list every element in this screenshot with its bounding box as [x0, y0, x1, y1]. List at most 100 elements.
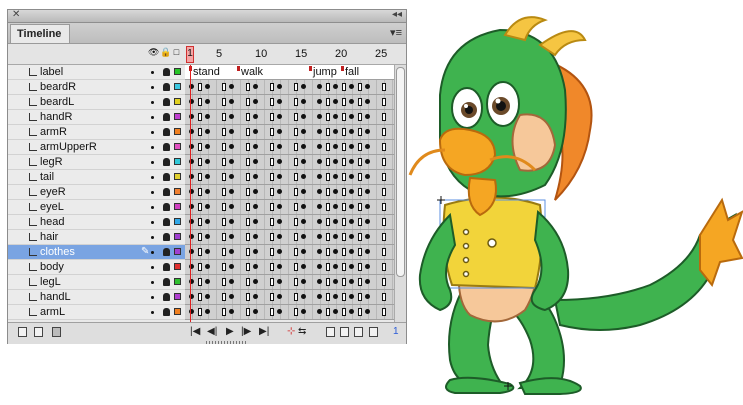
end-frame[interactable]: [198, 263, 202, 271]
keyframe[interactable]: [349, 144, 354, 149]
outline-color-swatch[interactable]: [174, 293, 181, 300]
lock-icon[interactable]: [163, 278, 170, 286]
end-frame[interactable]: [382, 98, 386, 106]
keyframe[interactable]: [205, 234, 210, 239]
end-frame[interactable]: [270, 263, 274, 271]
frame-track[interactable]: [185, 80, 394, 95]
end-frame[interactable]: [246, 188, 250, 196]
keyframe[interactable]: [253, 234, 258, 239]
end-frame[interactable]: [198, 83, 202, 91]
end-frame[interactable]: [270, 188, 274, 196]
keyframe[interactable]: [253, 99, 258, 104]
keyframe[interactable]: [333, 234, 338, 239]
end-frame[interactable]: [198, 248, 202, 256]
outline-color-swatch[interactable]: [174, 98, 181, 105]
layer-header[interactable]: armUpperR: [8, 140, 185, 155]
keyframe[interactable]: [317, 234, 322, 239]
end-frame[interactable]: [270, 158, 274, 166]
keyframe[interactable]: [365, 279, 370, 284]
keyframe[interactable]: [349, 204, 354, 209]
keyframe[interactable]: [229, 99, 234, 104]
end-frame[interactable]: [246, 98, 250, 106]
end-frame[interactable]: [382, 83, 386, 91]
keyframe[interactable]: [253, 204, 258, 209]
end-frame[interactable]: [294, 278, 298, 286]
keyframe[interactable]: [349, 159, 354, 164]
end-frame[interactable]: [198, 158, 202, 166]
visibility-dot[interactable]: [151, 221, 154, 224]
end-frame[interactable]: [382, 128, 386, 136]
close-icon[interactable]: ✕: [12, 9, 20, 20]
keyframe[interactable]: [277, 144, 282, 149]
end-frame[interactable]: [358, 128, 362, 136]
keyframe[interactable]: [349, 114, 354, 119]
frame-track[interactable]: [185, 230, 394, 245]
outline-color-swatch[interactable]: [174, 173, 181, 180]
lock-icon[interactable]: [163, 98, 170, 106]
end-frame[interactable]: [198, 128, 202, 136]
end-frame[interactable]: [222, 293, 226, 301]
outline-color-swatch[interactable]: [174, 188, 181, 195]
end-frame[interactable]: [246, 143, 250, 151]
keyframe[interactable]: [277, 189, 282, 194]
keyframe[interactable]: [349, 234, 354, 239]
layer-name[interactable]: label: [40, 66, 63, 78]
end-frame[interactable]: [358, 143, 362, 151]
layer-row[interactable]: beardL: [8, 95, 394, 110]
keyframe[interactable]: [205, 294, 210, 299]
keyframe[interactable]: [253, 264, 258, 269]
end-frame[interactable]: [382, 203, 386, 211]
layer-name[interactable]: legL: [40, 276, 61, 288]
keyframe[interactable]: [365, 159, 370, 164]
frame-track[interactable]: [185, 155, 394, 170]
outline-color-swatch[interactable]: [174, 248, 181, 255]
keyframe[interactable]: [205, 114, 210, 119]
end-frame[interactable]: [358, 113, 362, 121]
frame-label[interactable]: jump: [313, 66, 337, 78]
layer-name[interactable]: armL: [40, 306, 65, 318]
frame-track[interactable]: [185, 245, 394, 260]
end-frame[interactable]: [246, 83, 250, 91]
end-frame[interactable]: [222, 203, 226, 211]
delete-icon[interactable]: [52, 327, 61, 337]
scrollbar-thumb[interactable]: [396, 67, 405, 277]
keyframe[interactable]: [277, 234, 282, 239]
end-frame[interactable]: [326, 293, 330, 301]
end-frame[interactable]: [222, 308, 226, 316]
end-frame[interactable]: [358, 263, 362, 271]
keyframe[interactable]: [205, 129, 210, 134]
frame-track[interactable]: [185, 200, 394, 215]
end-frame[interactable]: [382, 188, 386, 196]
keyframe[interactable]: [333, 294, 338, 299]
keyframe[interactable]: [205, 204, 210, 209]
end-frame[interactable]: [382, 293, 386, 301]
end-frame[interactable]: [358, 158, 362, 166]
end-frame[interactable]: [246, 293, 250, 301]
layer-header[interactable]: legR: [8, 155, 185, 170]
end-frame[interactable]: [358, 98, 362, 106]
keyframe[interactable]: [229, 219, 234, 224]
keyframe[interactable]: [301, 129, 306, 134]
keyframe[interactable]: [317, 99, 322, 104]
keyframe[interactable]: [349, 189, 354, 194]
keyframe[interactable]: [277, 159, 282, 164]
layer-row[interactable]: armL: [8, 305, 394, 320]
keyframe[interactable]: [365, 114, 370, 119]
keyframe[interactable]: [301, 294, 306, 299]
lock-icon[interactable]: [163, 248, 170, 256]
end-frame[interactable]: [222, 233, 226, 241]
tab-timeline[interactable]: Timeline: [10, 24, 70, 43]
end-frame[interactable]: [294, 248, 298, 256]
end-frame[interactable]: [246, 263, 250, 271]
keyframe[interactable]: [277, 204, 282, 209]
keyframe[interactable]: [205, 249, 210, 254]
horizontal-scroll-grip[interactable]: [206, 341, 246, 344]
end-frame[interactable]: [294, 98, 298, 106]
keyframe[interactable]: [205, 279, 210, 284]
keyframe[interactable]: [229, 294, 234, 299]
lock-icon[interactable]: 🔒: [160, 48, 171, 57]
keyframe[interactable]: [317, 204, 322, 209]
visibility-dot[interactable]: [151, 101, 154, 104]
center-frame-icon[interactable]: ⇆: [298, 326, 306, 337]
keyframe[interactable]: [317, 114, 322, 119]
